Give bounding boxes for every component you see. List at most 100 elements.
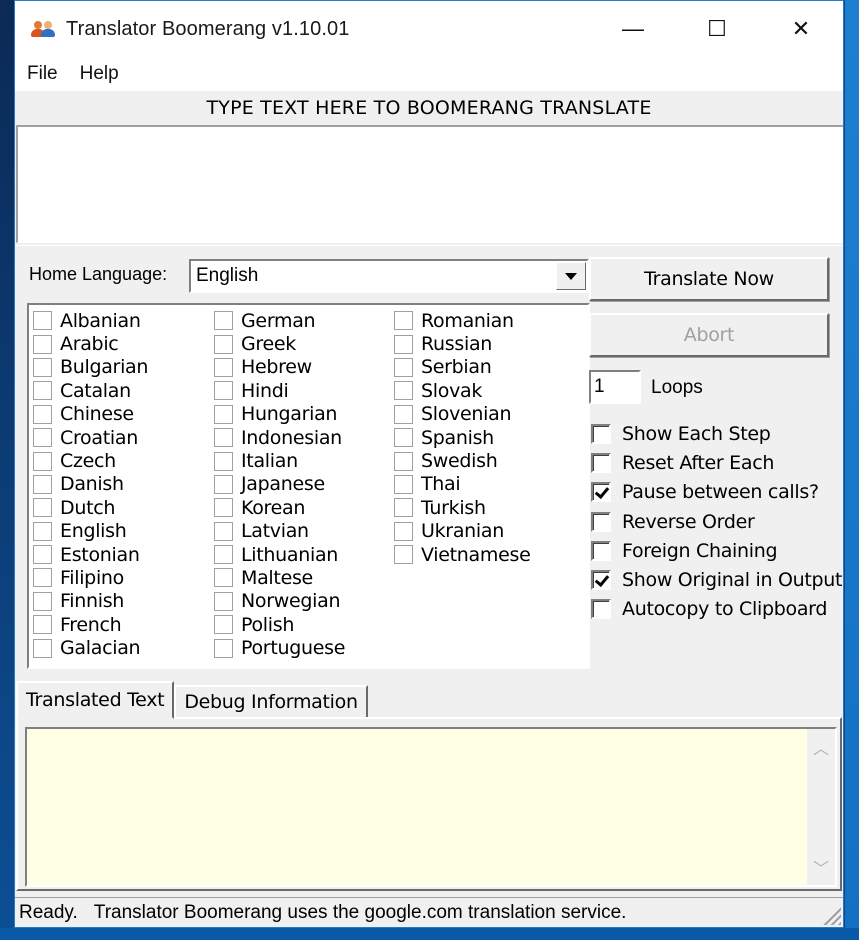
language-item[interactable]: Latvian	[214, 520, 345, 543]
language-item[interactable]: Norwegian	[214, 590, 345, 613]
language-item[interactable]: Chinese	[33, 403, 148, 426]
option-item[interactable]: Autocopy to Clipboard	[591, 595, 842, 624]
language-item[interactable]: Finnish	[33, 590, 148, 613]
language-item[interactable]: Bulgarian	[33, 356, 148, 379]
option-checkbox[interactable]	[591, 599, 611, 620]
language-checkbox[interactable]	[33, 404, 52, 424]
language-checkbox[interactable]	[214, 404, 233, 424]
language-checkbox[interactable]	[33, 334, 52, 354]
language-item[interactable]: Albanian	[33, 309, 148, 332]
language-checkbox[interactable]	[214, 498, 233, 518]
language-item[interactable]: Arabic	[33, 332, 148, 355]
scroll-down-icon[interactable]: ﹀	[813, 855, 829, 879]
language-item[interactable]: Hebrew	[214, 356, 345, 379]
option-item[interactable]: Show Original in Output	[591, 565, 842, 594]
language-item[interactable]: Hungarian	[214, 403, 345, 426]
language-checkbox[interactable]	[394, 334, 413, 354]
language-checkbox[interactable]	[394, 311, 413, 331]
option-item[interactable]: Pause between calls?	[591, 478, 842, 507]
language-checkbox[interactable]	[33, 451, 52, 471]
language-item[interactable]: Maltese	[214, 566, 345, 589]
option-item[interactable]: Reverse Order	[591, 507, 842, 536]
language-item[interactable]: Galacian	[33, 636, 148, 659]
language-item[interactable]: Dutch	[33, 496, 148, 519]
language-checkbox[interactable]	[214, 381, 233, 401]
language-checkbox[interactable]	[33, 568, 52, 588]
language-item[interactable]: Slovenian	[394, 403, 530, 426]
language-item[interactable]: Korean	[214, 496, 345, 519]
language-checkbox[interactable]	[394, 381, 413, 401]
language-checkbox[interactable]	[33, 428, 52, 448]
tab-debug-information[interactable]: Debug Information	[174, 685, 368, 719]
loops-input[interactable]: 1	[589, 370, 641, 404]
language-item[interactable]: Filipino	[33, 566, 148, 589]
language-item[interactable]: English	[33, 520, 148, 543]
option-item[interactable]: Show Each Step	[591, 419, 842, 448]
option-checkbox[interactable]	[591, 540, 611, 561]
language-item[interactable]: Hindi	[214, 379, 345, 402]
language-checkbox[interactable]	[33, 545, 52, 565]
vertical-scrollbar[interactable]: ︿ ﹀	[807, 729, 835, 885]
language-item[interactable]: Vietnamese	[394, 543, 531, 566]
language-checkbox[interactable]	[394, 545, 413, 565]
option-item[interactable]: Reset After Each	[591, 448, 842, 477]
minimize-button[interactable]: —	[591, 1, 675, 57]
language-item[interactable]: Thai	[394, 473, 530, 496]
language-item[interactable]: Czech	[33, 449, 148, 472]
language-checkbox[interactable]	[33, 474, 52, 494]
language-item[interactable]: Japanese	[214, 473, 345, 496]
option-checkbox[interactable]	[591, 482, 611, 503]
language-checkbox[interactable]	[214, 428, 233, 448]
menu-help[interactable]: Help	[80, 63, 119, 85]
language-checkbox[interactable]	[214, 451, 233, 471]
language-checkbox[interactable]	[214, 615, 233, 635]
language-item[interactable]: Ukranian	[394, 520, 530, 543]
translate-now-button[interactable]: Translate Now	[589, 257, 829, 301]
language-item[interactable]: Slovak	[394, 379, 530, 402]
language-item[interactable]: Portuguese	[214, 636, 345, 659]
language-item[interactable]: Turkish	[394, 496, 530, 519]
language-checkbox[interactable]	[214, 545, 233, 565]
language-checkbox[interactable]	[394, 451, 413, 471]
option-item[interactable]: Foreign Chaining	[591, 536, 842, 565]
language-item[interactable]: French	[33, 613, 148, 636]
option-checkbox[interactable]	[591, 452, 611, 473]
language-item[interactable]: Polish	[214, 613, 345, 636]
close-button[interactable]: ✕	[759, 1, 843, 57]
language-item[interactable]: Danish	[33, 473, 148, 496]
language-item[interactable]: Swedish	[394, 449, 530, 472]
language-checkbox[interactable]	[33, 638, 52, 658]
language-checkbox[interactable]	[214, 591, 233, 611]
language-item[interactable]: Russian	[394, 332, 530, 355]
language-checkbox[interactable]	[33, 311, 52, 331]
language-item[interactable]: Estonian	[33, 543, 148, 566]
language-item[interactable]: Serbian	[394, 356, 530, 379]
language-checkbox[interactable]	[33, 381, 52, 401]
language-checkbox[interactable]	[33, 521, 52, 541]
dropdown-button[interactable]	[556, 262, 586, 290]
title-bar[interactable]: Translator Boomerang v1.10.01 — ☐ ✕	[15, 1, 843, 57]
language-item[interactable]: Indonesian	[214, 426, 345, 449]
option-checkbox[interactable]	[591, 511, 611, 532]
language-item[interactable]: Romanian	[394, 309, 530, 332]
source-text-input[interactable]	[16, 125, 843, 243]
language-checkbox[interactable]	[394, 357, 413, 377]
option-checkbox[interactable]	[591, 423, 611, 444]
language-item[interactable]: Spanish	[394, 426, 530, 449]
resize-grip-icon[interactable]	[823, 907, 841, 925]
language-item[interactable]: Greek	[214, 332, 345, 355]
language-checkbox[interactable]	[394, 498, 413, 518]
language-item[interactable]: Catalan	[33, 379, 148, 402]
language-checkbox[interactable]	[394, 404, 413, 424]
language-item[interactable]: Italian	[214, 449, 345, 472]
language-checkbox[interactable]	[33, 615, 52, 635]
language-item[interactable]: Croatian	[33, 426, 148, 449]
language-item[interactable]: Lithuanian	[214, 543, 345, 566]
home-language-select[interactable]: English	[189, 259, 589, 293]
abort-button[interactable]: Abort	[589, 313, 829, 357]
maximize-button[interactable]: ☐	[675, 1, 759, 57]
language-checkbox[interactable]	[33, 357, 52, 377]
language-checkbox[interactable]	[214, 334, 233, 354]
language-checkbox[interactable]	[214, 311, 233, 331]
language-checkbox[interactable]	[394, 474, 413, 494]
